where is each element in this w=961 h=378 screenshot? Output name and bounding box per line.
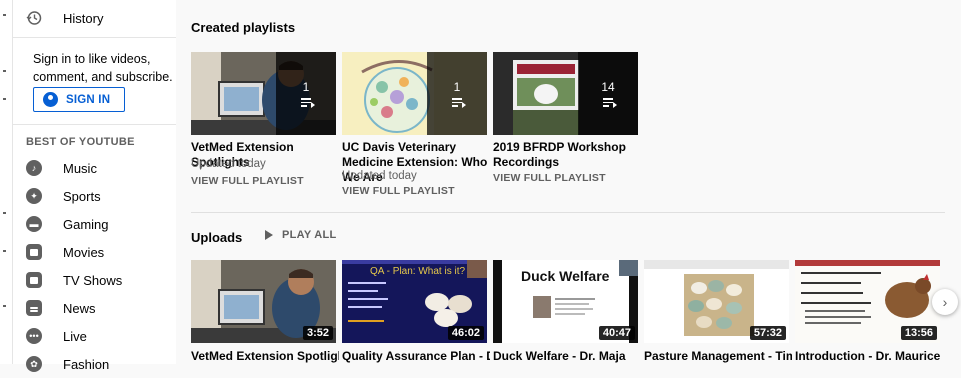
sidebar-item-tv-shows[interactable]: TV Shows — [13, 266, 176, 294]
playlist-title[interactable]: 2019 BFRDP Workshop Recordings — [493, 140, 641, 170]
gamepad-icon: ▬ — [26, 216, 42, 232]
playlist-count-overlay: 14 — [578, 52, 638, 135]
playlist-updated: Updated today — [191, 158, 266, 170]
created-playlists-heading: Created playlists — [191, 20, 296, 35]
video-duration: 13:56 — [900, 326, 937, 340]
live-icon: ••• — [26, 328, 42, 344]
video-thumbnail[interactable]: Duck Welfare 40:47 — [493, 260, 638, 343]
play-icon — [265, 230, 273, 240]
video-title[interactable]: Pasture Management - Tim — [644, 349, 792, 363]
video-duration: 3:52 — [302, 326, 333, 340]
sidebar-item-label: TV Shows — [63, 272, 123, 288]
sidebar-item-label: Music — [63, 160, 97, 176]
channel-content: Created playlists 1 VetMed Extension Spo… — [176, 0, 961, 364]
sidebar-item-label: Movies — [63, 244, 105, 260]
sidebar-item-fashion[interactable]: ✿ Fashion — [13, 350, 176, 378]
video-title[interactable]: Introduction - Dr. Maurice — [795, 349, 943, 363]
movies-icon — [26, 244, 42, 260]
playlist-icon — [603, 98, 617, 108]
sidebar-item-gaming[interactable]: ▬ Gaming — [13, 210, 176, 238]
playlist-icon — [301, 98, 315, 108]
view-full-playlist-link[interactable]: VIEW FULL PLAYLIST — [191, 175, 304, 187]
playlist-count-overlay: 1 — [427, 52, 487, 135]
sidebar-item-live[interactable]: ••• Live — [13, 322, 176, 350]
video-thumbnail[interactable]: 3:52 — [191, 260, 336, 343]
playlist-thumbnail[interactable]: 14 — [493, 52, 638, 135]
section-divider — [191, 212, 945, 213]
left-edge-strip — [0, 0, 13, 364]
playlist-thumbnail[interactable]: 1 — [342, 52, 487, 135]
sign-in-label: SIGN IN — [66, 93, 111, 106]
video-duration: 46:02 — [447, 326, 484, 340]
video-thumbnail[interactable]: 13:56 — [795, 260, 940, 343]
divider — [13, 37, 176, 38]
next-arrow-button[interactable]: › — [932, 289, 958, 315]
video-duration: 57:32 — [749, 326, 786, 340]
chevron-right-icon: › — [942, 294, 948, 310]
divider — [13, 124, 176, 125]
play-all-button[interactable]: PLAY ALL — [256, 229, 337, 241]
playlist-icon — [452, 98, 466, 108]
sign-in-button[interactable]: SIGN IN — [33, 87, 125, 112]
thumbnail-caption: QA - Plan: What is it? — [370, 266, 466, 277]
music-note-icon: ♪ — [26, 160, 42, 176]
play-all-label: PLAY ALL — [282, 229, 337, 241]
account-icon — [43, 92, 58, 107]
trophy-icon: ✦ — [26, 188, 42, 204]
video-count: 14 — [601, 80, 615, 95]
tv-icon — [26, 272, 42, 288]
sidebar-item-news[interactable]: News — [13, 294, 176, 322]
sidebar-item-music[interactable]: ♪ Music — [13, 154, 176, 182]
sidebar-item-label: Live — [63, 328, 87, 344]
video-count: 1 — [453, 80, 461, 95]
fashion-icon: ✿ — [26, 356, 42, 372]
sidebar: History Sign in to like videos, comment,… — [13, 0, 176, 372]
playlist-updated: Updated today — [342, 170, 417, 182]
playlist-count-overlay: 1 — [276, 52, 336, 135]
video-thumbnail[interactable]: 57:32 — [644, 260, 789, 343]
view-full-playlist-link[interactable]: VIEW FULL PLAYLIST — [493, 172, 606, 184]
sidebar-item-label: History — [63, 10, 104, 26]
video-duration: 40:47 — [598, 326, 635, 340]
sidebar-item-label: Fashion — [63, 356, 110, 372]
video-count: 1 — [302, 80, 310, 95]
video-title[interactable]: Duck Welfare - Dr. Maja — [493, 349, 641, 363]
view-full-playlist-link[interactable]: VIEW FULL PLAYLIST — [342, 185, 455, 197]
news-icon — [26, 300, 42, 316]
sidebar-item-label: Sports — [63, 188, 101, 204]
history-icon — [25, 9, 43, 27]
video-title[interactable]: Quality Assurance Plan - Dr. — [342, 349, 490, 363]
thumbnail-caption: Duck Welfare — [521, 268, 610, 284]
sidebar-item-history[interactable]: History — [13, 4, 176, 32]
signin-prompt: Sign in to like videos, comment, and sub… — [33, 52, 173, 84]
sidebar-item-label: Gaming — [63, 216, 109, 232]
sidebar-item-sports[interactable]: ✦ Sports — [13, 182, 176, 210]
sidebar-item-movies[interactable]: Movies — [13, 238, 176, 266]
uploads-heading[interactable]: Uploads — [191, 230, 242, 245]
sidebar-item-label: News — [63, 300, 96, 316]
best-of-youtube-heading: BEST OF YOUTUBE — [26, 136, 135, 148]
video-thumbnail[interactable]: QA - Plan: What is it? 46:02 — [342, 260, 487, 343]
video-title[interactable]: VetMed Extension Spotlight: — [191, 349, 339, 363]
playlist-thumbnail[interactable]: 1 — [191, 52, 336, 135]
